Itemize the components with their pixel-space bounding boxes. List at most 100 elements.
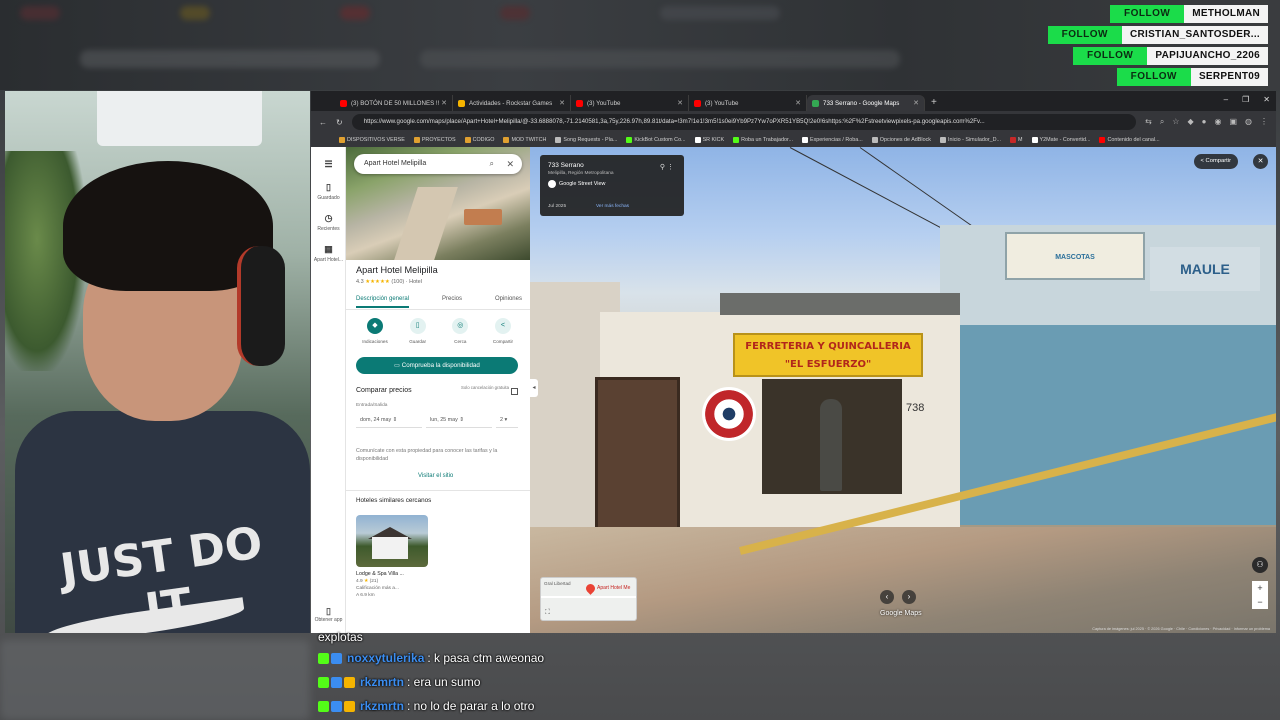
browser-tab-active[interactable]: 733 Serrano - Google Maps ✕ — [807, 95, 925, 111]
search-input[interactable]: Apart Hotel Melipilla ⌕ ✕ — [354, 154, 522, 174]
next-arrow-icon[interactable]: › — [902, 590, 916, 604]
prev-arrow-icon[interactable]: ‹ — [880, 590, 894, 604]
tab-label: 733 Serrano - Google Maps — [823, 99, 900, 107]
bookmark-item[interactable]: SR KICK — [694, 137, 724, 143]
translate-icon[interactable]: ⇆ — [1145, 117, 1152, 127]
bookmark-item[interactable]: Opciones de AdBlock — [871, 137, 931, 143]
similar-hotel-card[interactable]: Lodge & Spa Villa ... 4.9 ★ (21) Calific… — [356, 515, 428, 598]
divider — [346, 309, 530, 310]
close-tab-icon[interactable]: ✕ — [559, 99, 565, 107]
zoom-in-button[interactable]: + — [1252, 581, 1268, 595]
bookmark-item[interactable]: PROYECTOS — [413, 137, 456, 143]
directions-button[interactable]: ◆ Indicaciones — [354, 318, 396, 344]
share-button[interactable]: < Compartir — [1193, 154, 1238, 169]
extension-icon[interactable]: ◉ — [1214, 117, 1221, 127]
rail-saved[interactable]: ▯ Guardado — [311, 182, 346, 201]
bookmark-item[interactable]: Y2Mate - Convertid... — [1031, 137, 1090, 143]
back-icon[interactable]: ← — [319, 118, 327, 127]
free-cancel-checkbox[interactable] — [511, 388, 518, 395]
bookmark-icon: ▯ — [409, 318, 426, 334]
chat-username[interactable]: rkzmrtn — [360, 699, 404, 713]
extension-icon[interactable]: ◆ — [1187, 117, 1193, 127]
tab-bar: (3) BOTÓN DE 50 MILLONES !! ✕ Actividade… — [311, 91, 1276, 111]
search-icon[interactable]: ⌕ — [490, 154, 494, 174]
visit-site-link[interactable]: Visitar el sitio — [418, 473, 453, 479]
bookmark-item[interactable]: DISPOSITIVOS VERSE — [339, 137, 405, 143]
minimize-icon[interactable]: – — [1224, 95, 1228, 104]
tab-prices[interactable]: Precios — [442, 296, 462, 308]
check-availability-button[interactable]: ▭ Comprueba la disponibilidad — [356, 357, 518, 374]
divider — [346, 490, 530, 491]
close-window-icon[interactable]: ✕ — [1263, 95, 1270, 104]
rail-get-app[interactable]: ▯ Obtener app — [311, 606, 346, 623]
browser-tab[interactable]: Actividades - Rockstar Games ✕ — [453, 95, 571, 111]
chat-username[interactable]: rkzmrtn — [360, 675, 404, 689]
google-maps-icon — [812, 99, 819, 107]
bookmark-item[interactable]: Roba un Trabajador... — [733, 137, 793, 143]
crown-badge-icon — [344, 676, 355, 688]
profile-icon[interactable]: ◍ — [1245, 117, 1252, 127]
bookmark-item[interactable]: M — [1010, 137, 1023, 143]
reload-icon[interactable]: ↻ — [336, 118, 343, 127]
street-view[interactable]: FERRETERIA Y QUINCALLERIA "EL ESFUERZO" … — [530, 147, 1276, 633]
rail-menu[interactable]: ☰ — [311, 159, 346, 170]
nearby-button[interactable]: ◎ Cerca — [439, 318, 481, 344]
rail-hotel[interactable]: ▦ Apart Hotel... — [311, 244, 346, 263]
bookmark-item[interactable]: MOD TWITCH — [503, 137, 546, 143]
expand-icon[interactable]: ⛶ — [545, 609, 550, 617]
crown-badge-icon — [344, 700, 355, 712]
close-tab-icon[interactable]: ✕ — [795, 99, 801, 107]
chat-username[interactable]: noxxytulerika — [347, 651, 424, 665]
contact-note: Comunícate con esta propiedad para conoc… — [356, 448, 498, 462]
minimap[interactable]: Gral Libertad Apart Hotel Me ⛶ — [540, 577, 637, 621]
roof — [720, 293, 960, 315]
sv-source: Google Street View — [548, 180, 676, 188]
menu-icon[interactable]: ⋮ — [1260, 117, 1268, 127]
review-count[interactable]: (100) — [391, 279, 404, 285]
share-button[interactable]: < Compartir — [482, 318, 524, 344]
close-icon[interactable]: ✕ — [506, 154, 514, 174]
bookmark-star-icon[interactable]: ☆ — [1172, 117, 1179, 127]
rail-recent[interactable]: ◷ Recientes — [311, 213, 346, 232]
follow-alert: FOLLOW CRISTIAN_SANTOSDER... — [1047, 26, 1268, 44]
address-bar-row: ← ↻ https://www.google.com/maps/place/Ap… — [311, 111, 1276, 133]
bookmark-item[interactable]: Contenido del canal... — [1099, 137, 1160, 143]
sv-address: 733 Serrano — [548, 162, 584, 169]
checkin-field[interactable]: dom, 24 may ⇕ — [356, 413, 422, 428]
maximize-icon[interactable]: ❐ — [1242, 95, 1249, 104]
bookmark-item[interactable]: KickBot Custom Co... — [626, 137, 686, 143]
extension-icon[interactable]: ● — [1202, 117, 1207, 127]
close-tab-icon[interactable]: ✕ — [913, 99, 919, 107]
zoom-out-button[interactable]: − — [1252, 595, 1268, 609]
guests-field[interactable]: 2 ▾ — [496, 413, 518, 428]
browser-tab[interactable]: (3) YouTube ✕ — [571, 95, 689, 111]
puzzle-icon[interactable]: ▣ — [1229, 117, 1237, 127]
bookmark-item[interactable]: CODIGO — [464, 137, 494, 143]
url-input[interactable]: https://www.google.com/maps/place/Apart+… — [351, 114, 1137, 130]
tab-overview[interactable]: Descripción general — [356, 296, 410, 308]
pin-icon[interactable]: ⚲ ⋮ — [660, 163, 674, 171]
collapse-panel-button[interactable]: ◂ — [530, 379, 538, 397]
close-tab-icon[interactable]: ✕ — [677, 99, 683, 107]
close-streetview-icon[interactable]: ✕ — [1253, 154, 1268, 169]
browser-tab[interactable]: (3) YouTube ✕ — [689, 95, 807, 111]
bookmark-item[interactable]: Experiencias / Roba... — [802, 137, 863, 143]
pedestrian — [820, 399, 842, 491]
more-dates-link[interactable]: Ver más fechas — [596, 204, 629, 209]
checkout-field[interactable]: lun, 25 may ⇕ — [426, 413, 492, 428]
hotel-thumb-icon: ▦ — [324, 244, 333, 254]
bookmark-item[interactable]: Song Requests - Pla... — [555, 137, 617, 143]
close-tab-icon[interactable]: ✕ — [441, 99, 447, 107]
place-rating: 4.3 ★★★★★ (100) · Hotel — [356, 279, 422, 285]
bookmark-item[interactable]: Inicio - Simulador_D... — [940, 137, 1001, 143]
zoom-icon[interactable]: ⌕ — [1160, 117, 1164, 127]
new-tab-button[interactable]: + — [925, 95, 943, 111]
youtube-icon — [576, 99, 583, 107]
follow-tag: FOLLOW — [1073, 47, 1148, 65]
pegman-icon[interactable]: ⚇ — [1252, 557, 1268, 573]
browser-tab[interactable]: (3) BOTÓN DE 50 MILLONES !! ✕ — [335, 95, 453, 111]
tab-reviews[interactable]: Opiniones — [495, 296, 522, 308]
shop-sign: FERRETERIA Y QUINCALLERIA "EL ESFUERZO" — [733, 333, 923, 377]
save-button[interactable]: ▯ Guardar — [397, 318, 439, 344]
similar-hotel-name: Lodge & Spa Villa ... — [356, 571, 404, 577]
